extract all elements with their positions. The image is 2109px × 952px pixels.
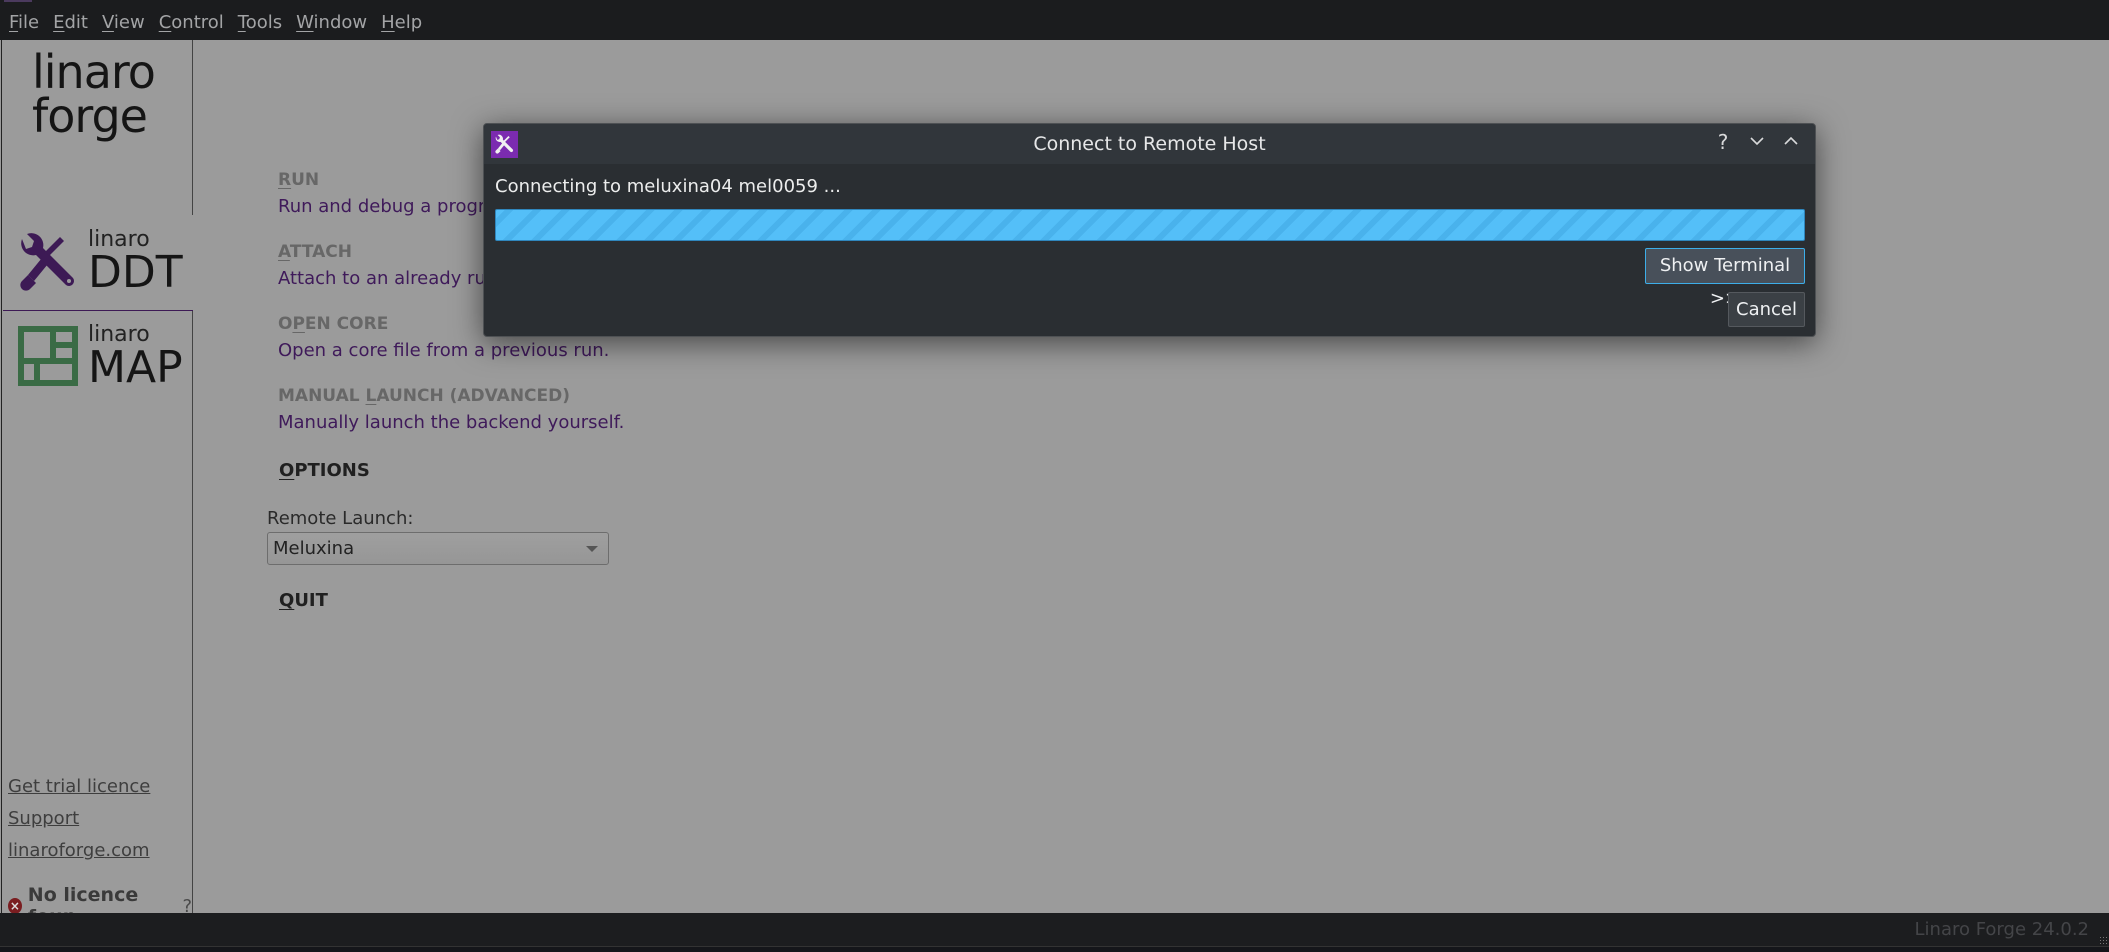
connect-remote-host-dialog: Connect to Remote Host ? Connecting to m… xyxy=(483,123,1816,337)
remote-launch-value: Meluxina xyxy=(273,538,355,559)
chevron-down-icon xyxy=(1750,137,1764,146)
mnemonic: A xyxy=(278,242,290,262)
mnemonic: T xyxy=(237,12,246,33)
bottom-edge xyxy=(0,946,2109,952)
menu-bar: File Edit View Control Tools Window Help xyxy=(0,0,2109,40)
chevron-up-icon xyxy=(1784,136,1798,145)
window-icon-strip xyxy=(4,0,32,2)
resize-grip[interactable] xyxy=(2099,936,2107,944)
menu-edit[interactable]: Edit xyxy=(53,12,88,33)
title-pre: MANUAL xyxy=(278,386,366,406)
wrench-screwdriver-icon xyxy=(20,233,75,291)
mnemonic: H xyxy=(381,12,395,33)
section-description: Open a core file from a previous run. xyxy=(278,340,610,361)
product-divider xyxy=(3,310,193,311)
menu-label: dit xyxy=(64,12,88,33)
title-rest: UN xyxy=(291,170,320,190)
cancel-button[interactable]: Cancel xyxy=(1728,292,1805,327)
mnemonic: W xyxy=(296,12,314,33)
help-icon[interactable]: ? xyxy=(1711,130,1735,154)
title-rest: AUNCH (ADVANCED) xyxy=(376,386,571,406)
options-label: PTIONS xyxy=(294,460,370,481)
remote-launch-select[interactable]: Meluxina xyxy=(267,532,609,565)
title-rest: TTACH xyxy=(289,242,352,262)
menu-view[interactable]: View xyxy=(102,12,145,33)
sidebar-divider xyxy=(192,40,193,215)
mnemonic: V xyxy=(101,12,114,33)
status-bar: Linaro Forge 24.0.2 xyxy=(0,913,2109,946)
error-icon: × xyxy=(8,898,22,914)
linaro-forge-logo: linaro forge xyxy=(32,45,156,143)
menu-label: elp xyxy=(394,12,423,33)
mnemonic: C xyxy=(158,12,172,33)
product-ddt[interactable]: linaro DDT xyxy=(16,225,192,307)
sidebar: linaro forge linaro DDT linaro MAP Get t… xyxy=(1,40,193,928)
support-link[interactable]: Support xyxy=(8,808,150,831)
website-link[interactable]: linaroforge.com xyxy=(8,840,150,863)
menu-control[interactable]: Control xyxy=(159,12,224,33)
remote-launch-label: Remote Launch: xyxy=(267,508,414,529)
manual-launch-section[interactable]: MANUAL LAUNCH (ADVANCED) Manually launch… xyxy=(278,386,624,458)
product-name: DDT xyxy=(88,247,183,298)
menu-label: indow xyxy=(313,12,368,33)
mnemonic: F xyxy=(9,12,19,33)
mnemonic: Q xyxy=(279,590,295,611)
logo-line-1: linaro xyxy=(32,45,156,99)
menu-label: ile xyxy=(18,12,40,33)
section-title: MANUAL LAUNCH (ADVANCED) xyxy=(278,386,624,412)
section-description: Manually launch the backend yourself. xyxy=(278,412,625,433)
menu-tools[interactable]: Tools xyxy=(238,12,282,33)
title-rest: EN CORE xyxy=(304,314,389,334)
menu-help[interactable]: Help xyxy=(381,12,422,33)
dialog-titlebar[interactable]: Connect to Remote Host ? xyxy=(484,124,1815,164)
logo-line-2: forge xyxy=(32,89,148,143)
quit-button[interactable]: QUIT xyxy=(279,590,328,611)
minimize-icon[interactable] xyxy=(1745,130,1769,154)
product-map[interactable]: linaro MAP xyxy=(16,320,192,402)
menu-label: ools xyxy=(245,12,283,33)
mnemonic: L xyxy=(365,386,377,406)
menu-label: ontrol xyxy=(171,12,224,33)
options-button[interactable]: OPTIONS xyxy=(279,460,370,481)
product-name: MAP xyxy=(88,342,183,393)
connection-status-text: Connecting to meluxina04 mel0059 ... xyxy=(495,176,841,197)
connection-progress-bar xyxy=(495,209,1805,241)
menu-file[interactable]: File xyxy=(9,12,39,33)
mnemonic: P xyxy=(292,314,305,334)
version-label: Linaro Forge 24.0.2 xyxy=(1914,919,2090,940)
get-trial-licence-link[interactable]: Get trial licence xyxy=(8,776,150,799)
chevron-down-icon xyxy=(586,546,598,552)
mnemonic: E xyxy=(53,12,65,33)
grid-layout-icon xyxy=(18,326,78,386)
sidebar-links: Get trial licence Support linaroforge.co… xyxy=(8,776,150,872)
menu-label: iew xyxy=(113,12,145,33)
sidebar-divider xyxy=(192,310,193,913)
maximize-icon[interactable] xyxy=(1779,130,1803,154)
menu-window[interactable]: Window xyxy=(296,12,367,33)
quit-label: UIT xyxy=(294,590,328,611)
dialog-title: Connect to Remote Host xyxy=(1033,133,1266,155)
show-terminal-button[interactable]: Show Terminal >> xyxy=(1645,248,1805,309)
title-pre: O xyxy=(278,314,293,334)
mnemonic: R xyxy=(278,170,292,190)
menu: File Edit View Control Tools Window Help xyxy=(9,12,436,33)
mnemonic: O xyxy=(279,460,295,481)
